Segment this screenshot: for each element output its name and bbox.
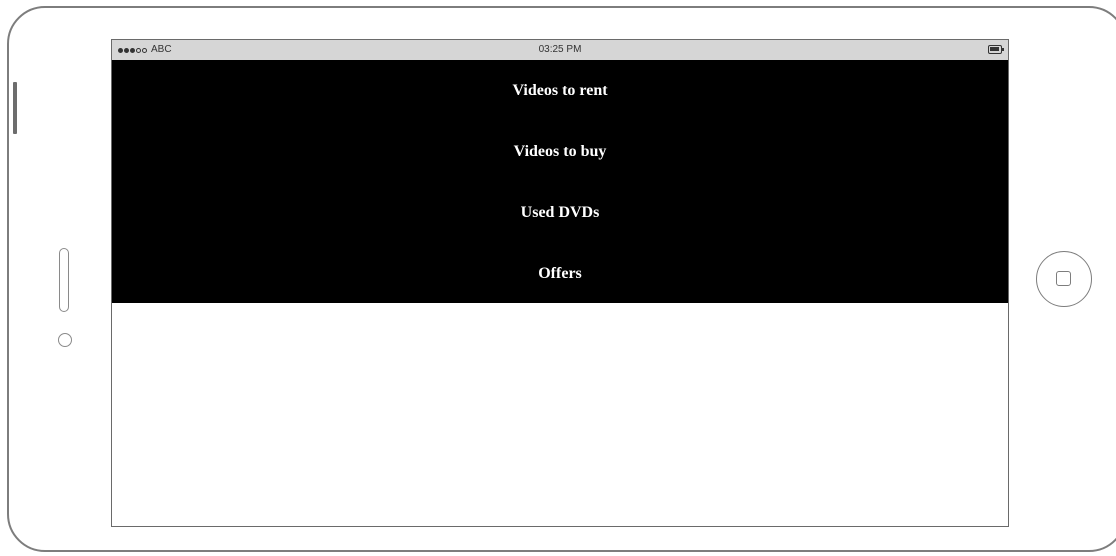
side-button xyxy=(13,82,17,134)
status-time: 03:25 PM xyxy=(538,44,582,55)
menu-item-used-dvds[interactable]: Used DVDs xyxy=(112,202,1008,224)
battery-tip xyxy=(1002,48,1004,51)
navigation-menu: Videos to rent Videos to buy Used DVDs O… xyxy=(112,60,1008,303)
menu-item-videos-to-buy[interactable]: Videos to buy xyxy=(112,141,1008,163)
camera-icon xyxy=(58,333,72,347)
battery-icon xyxy=(988,45,1002,54)
status-bar: ABC 03:25 PM xyxy=(112,40,1008,60)
home-square-icon xyxy=(1056,271,1071,286)
screen: ABC 03:25 PM Videos to rent Videos to bu… xyxy=(111,39,1009,527)
speaker-grille xyxy=(59,248,69,312)
home-button[interactable] xyxy=(1036,251,1092,307)
menu-item-offers[interactable]: Offers xyxy=(112,263,1008,285)
menu-item-videos-to-rent[interactable]: Videos to rent xyxy=(112,80,1008,102)
